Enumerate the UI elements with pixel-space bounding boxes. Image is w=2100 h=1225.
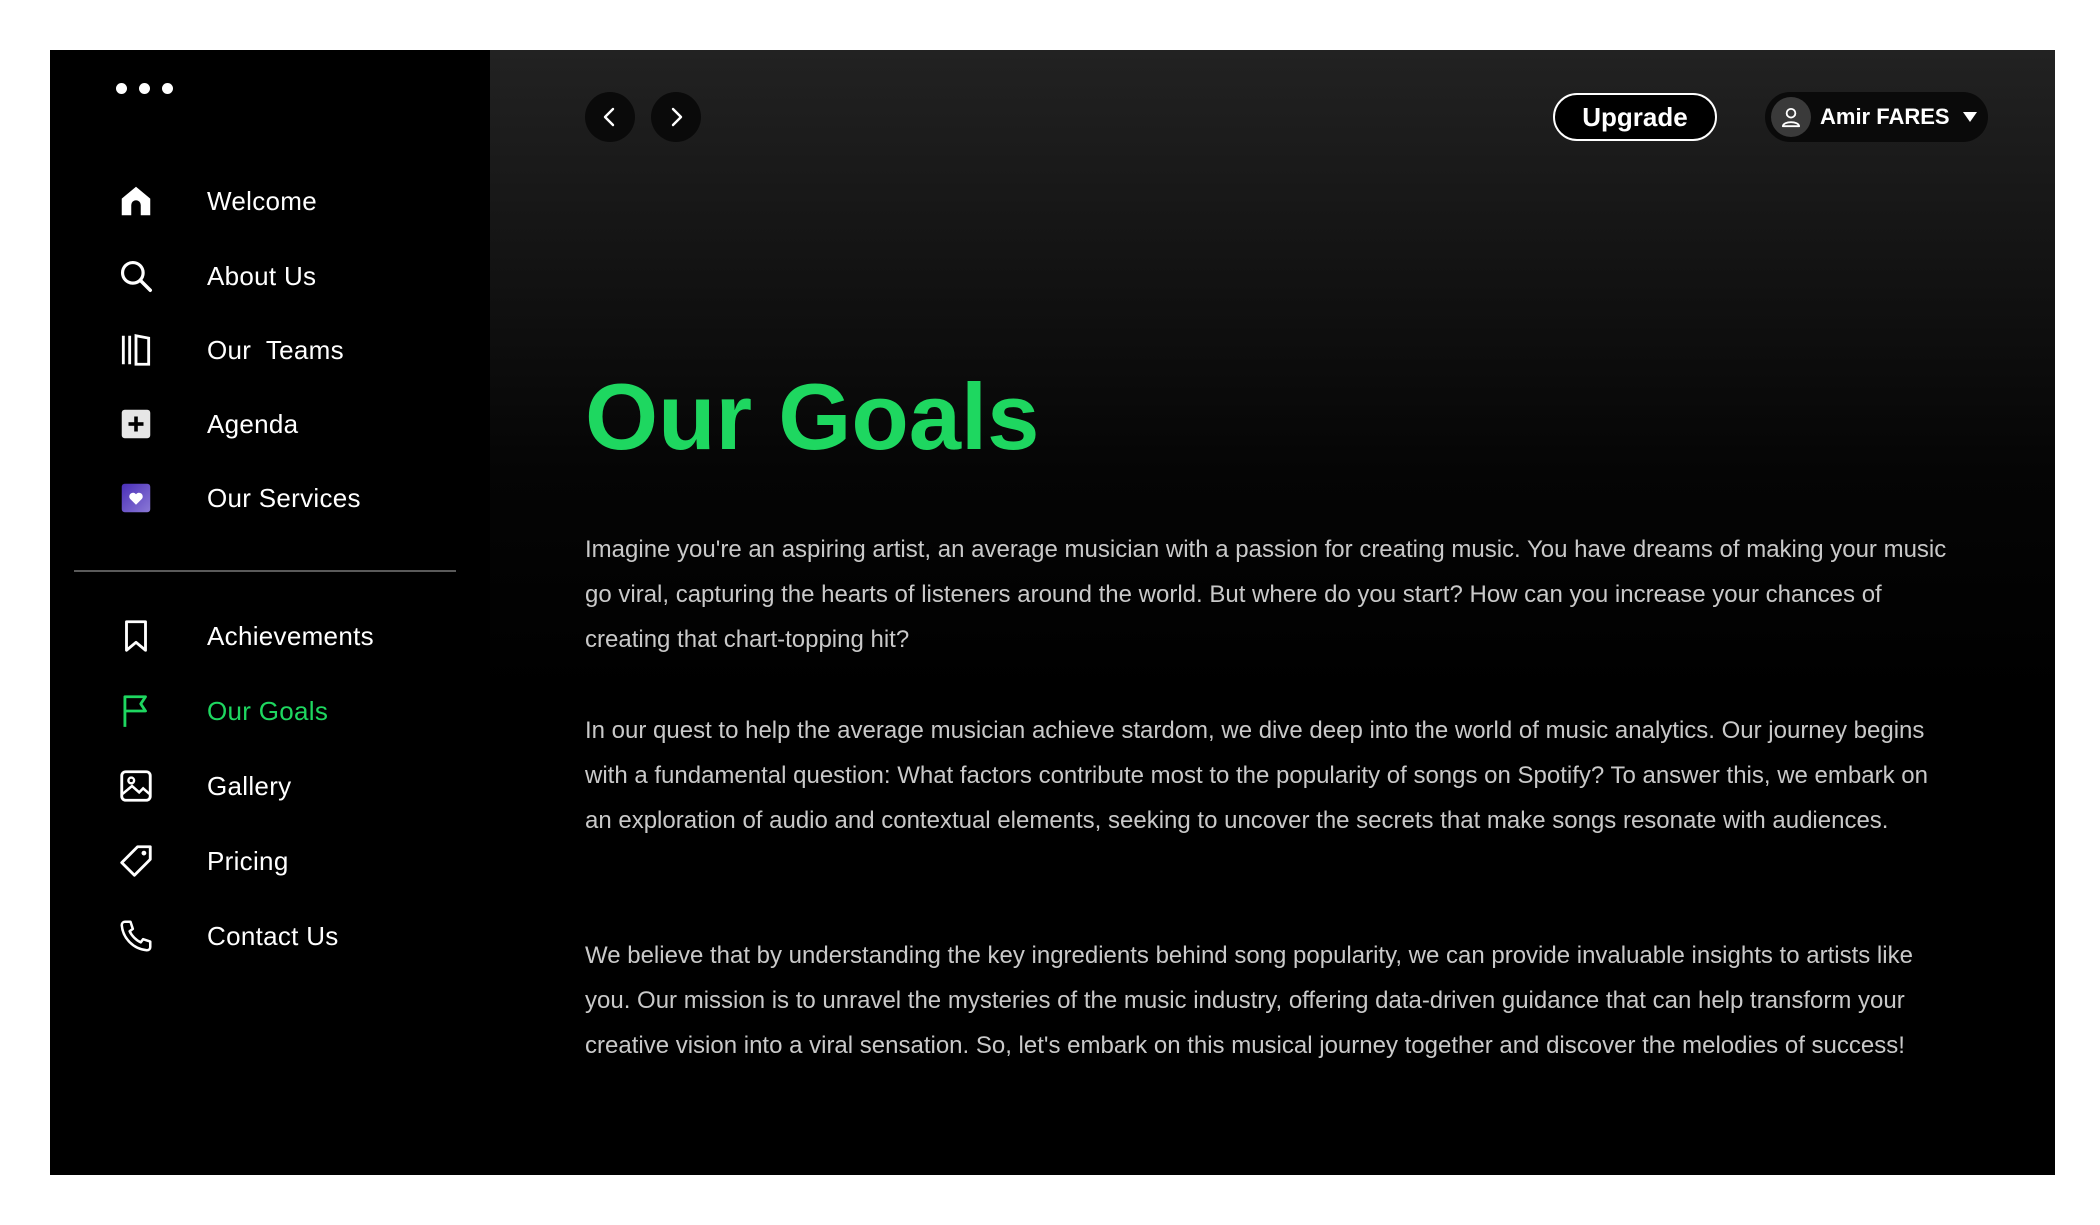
paragraph: Imagine you're an aspiring artist, an av… [585,536,1947,653]
sidebar-item-contact-us[interactable]: Contact Us [114,911,474,961]
bookmark-icon [114,614,158,658]
user-name: Amir FARES [1820,104,1950,129]
sidebar-item-about-us[interactable]: About Us [114,251,474,301]
search-icon [114,254,158,298]
sidebar-item-our-services[interactable]: Our Services [114,473,474,523]
app-window: Welcome About Us Our Teams Agenda Our Se… [50,50,2055,1175]
sidebar-item-pricing[interactable]: Pricing [114,836,474,886]
sidebar-item-achievements[interactable]: Achievements [114,611,474,661]
user-menu-button[interactable]: Amir FARES [1765,92,1988,142]
paragraph: In our quest to help the average musicia… [585,717,1928,834]
phone-icon [114,914,158,958]
paragraph: We believe that by understanding the key… [585,942,1913,1059]
sidebar-item-label: Achievements [207,620,374,651]
forward-button[interactable] [651,92,701,142]
sidebar-item-label: Contact Us [207,920,339,951]
sidebar-item-label: Our Services [207,482,361,513]
sidebar-item-label: Pricing [207,845,289,876]
sidebar-item-our-teams[interactable]: Our Teams [114,325,474,375]
sidebar-item-label: Agenda [207,408,299,439]
chevron-right-icon [664,105,688,129]
heart-square-icon [114,476,158,520]
upgrade-button[interactable]: Upgrade [1553,93,1717,141]
sidebar-item-label: Gallery [207,770,292,801]
sidebar-item-label: Our Teams [207,334,344,365]
caret-down-icon [1962,111,1978,123]
sidebar-item-agenda[interactable]: Agenda [114,399,474,449]
plus-square-icon [114,402,158,446]
sidebar-divider [74,570,456,572]
sidebar-item-gallery[interactable]: Gallery [114,761,474,811]
user-icon [1771,97,1811,137]
back-button[interactable] [585,92,635,142]
tag-icon [114,839,158,883]
sidebar-item-label: About Us [207,260,317,291]
home-icon [114,179,158,223]
sidebar-item-our-goals[interactable]: Our Goals [114,686,474,736]
sidebar: Welcome About Us Our Teams Agenda Our Se… [50,50,490,1175]
sidebar-item-label: Our Goals [207,695,329,726]
main-content: Upgrade Amir FARES Our Goals Imagine you… [490,50,2055,1175]
library-icon [114,328,158,372]
page-title: Our Goals [585,364,1040,469]
chevron-left-icon [598,105,622,129]
flag-icon [114,689,158,733]
sidebar-item-welcome[interactable]: Welcome [114,176,474,226]
image-icon [114,764,158,808]
sidebar-item-label: Welcome [207,185,317,216]
window-menu-dots-icon[interactable] [116,83,173,94]
